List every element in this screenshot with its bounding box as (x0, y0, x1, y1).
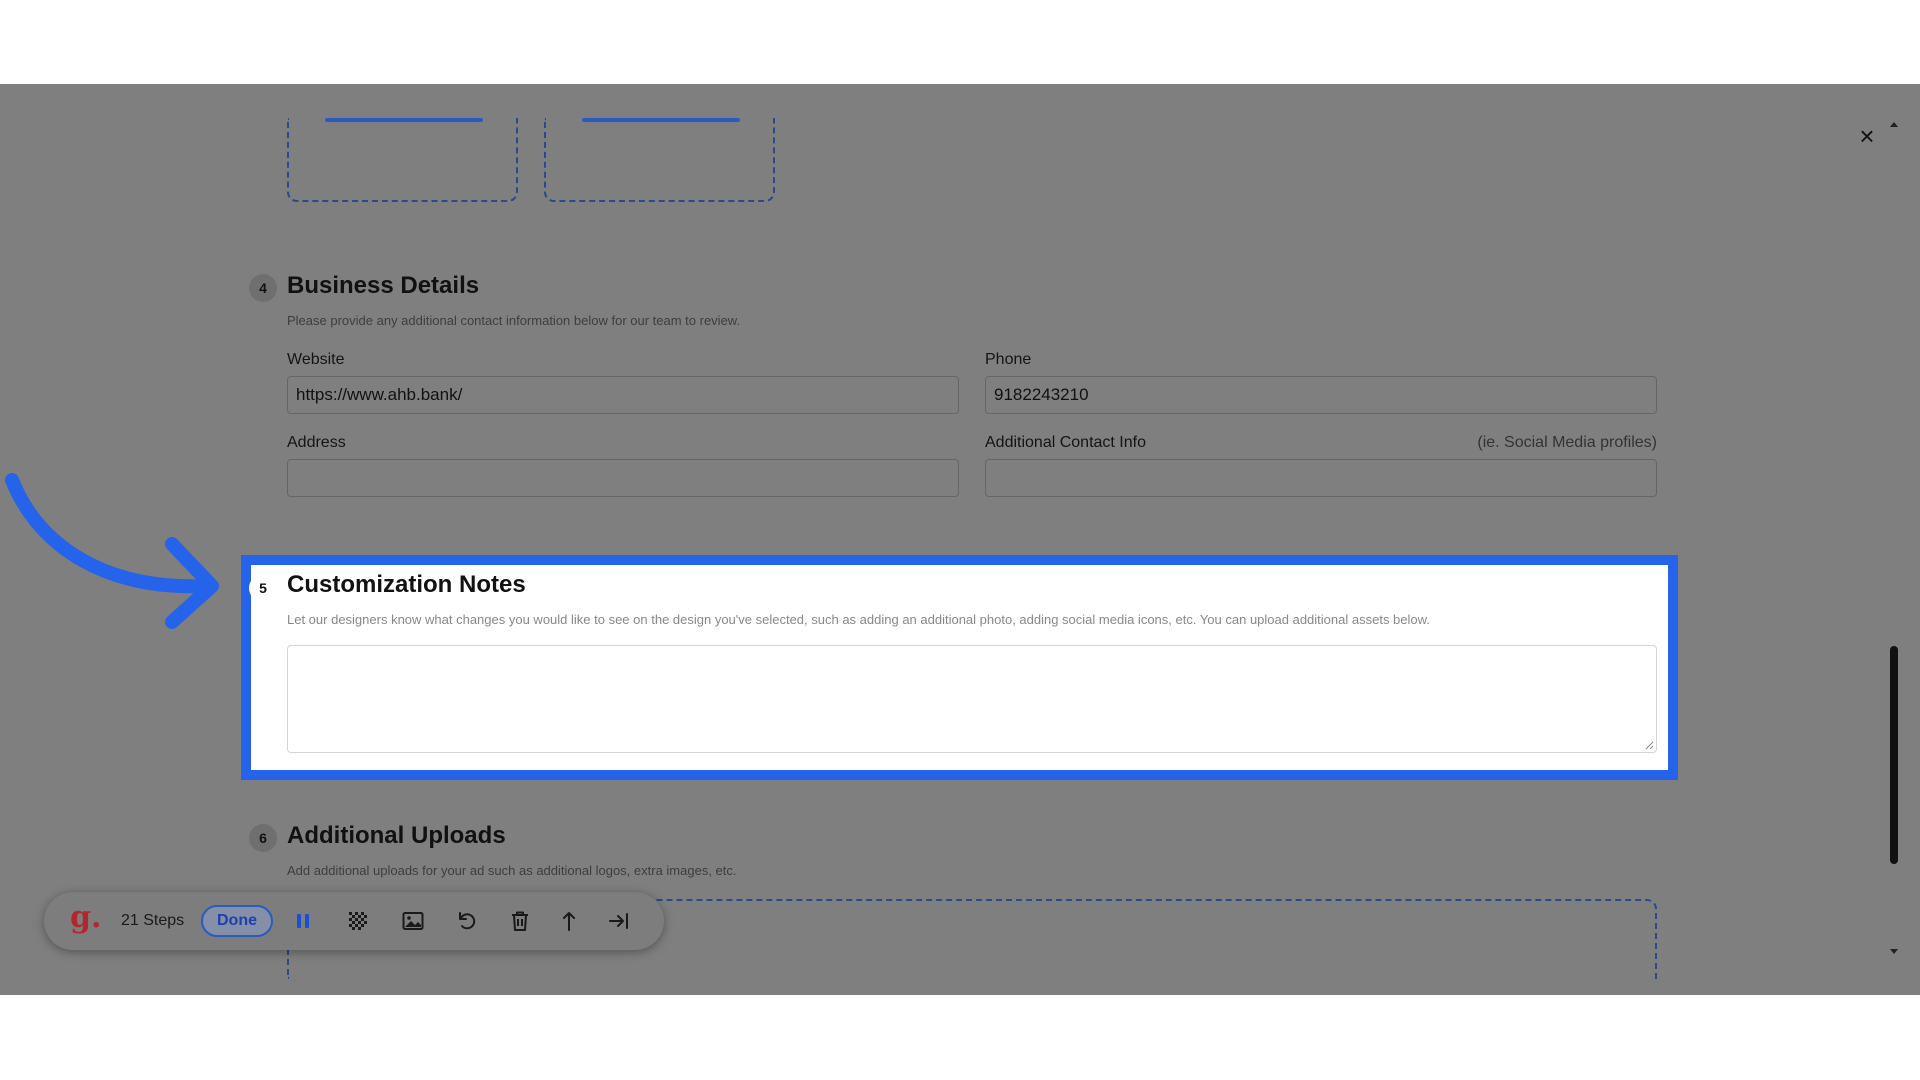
steps-count: 21 Steps (121, 912, 185, 929)
additional-contact-input[interactable] (985, 459, 1657, 497)
customization-notes-textarea[interactable] (287, 645, 1657, 753)
address-input[interactable] (287, 459, 959, 497)
website-input[interactable]: https://www.ahb.bank/ (287, 376, 959, 414)
section-title: Additional Uploads (287, 822, 506, 849)
done-button[interactable]: Done (201, 905, 273, 937)
trash-icon[interactable] (508, 909, 532, 933)
pause-icon[interactable] (291, 909, 315, 933)
recorder-toolbar: g. 21 Steps Done (44, 892, 664, 950)
phone-input[interactable]: 9182243210 (985, 376, 1657, 414)
resize-grip-icon[interactable] (1644, 740, 1654, 750)
pointer-arrow-icon (5, 473, 219, 629)
close-button[interactable]: × (1852, 121, 1882, 151)
section-title: Customization Notes (287, 571, 526, 598)
scrollbar-thumb[interactable] (1890, 646, 1898, 864)
skip-to-end-icon[interactable] (607, 909, 631, 933)
section-title: Business Details (287, 272, 480, 299)
upload-arrow-icon[interactable] (557, 909, 581, 933)
scroll-down-icon[interactable] (1888, 946, 1900, 958)
section-description: Please provide any additional contact in… (287, 313, 741, 328)
step-number: 4 (249, 274, 277, 302)
upload-slot-2[interactable] (544, 118, 775, 202)
address-label: Address (287, 434, 346, 451)
additional-contact-hint: (ie. Social Media profiles) (1477, 434, 1657, 451)
undo-icon[interactable] (455, 909, 479, 933)
additional-contact-label: Additional Contact Info (985, 434, 1146, 451)
upload-slot-bar (325, 118, 483, 122)
step-number: 6 (249, 824, 277, 852)
image-icon[interactable] (401, 909, 425, 933)
scroll-up-icon[interactable] (1888, 118, 1900, 130)
phone-label: Phone (985, 351, 1032, 368)
step-number: 5 (249, 574, 277, 602)
brand-logo: g. (70, 900, 102, 935)
upload-slot-1[interactable] (287, 118, 518, 202)
upload-slot-bar (582, 118, 740, 122)
customization-notes-highlight: 5 Customization Notes Let our designers … (241, 555, 1678, 780)
section-description: Add additional uploads for your ad such … (287, 863, 737, 878)
modal-backdrop (0, 84, 1920, 995)
section-description: Let our designers know what changes you … (287, 612, 1430, 627)
website-label: Website (287, 351, 345, 368)
blur-icon[interactable] (346, 909, 370, 933)
